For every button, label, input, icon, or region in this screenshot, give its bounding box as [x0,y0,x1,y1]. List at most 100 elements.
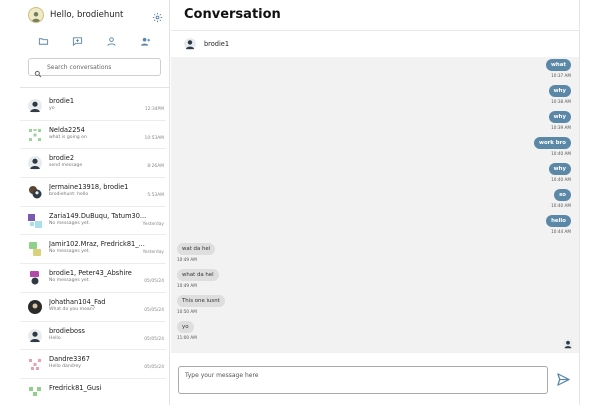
conversation-name: Jermaine13918, brodie1 [49,183,129,192]
conversation-list: brodie1 yo 12:34PM Nelda2254 what is goi… [20,92,169,405]
page-edge [579,0,600,405]
conversation-name: brodie2 [49,154,75,163]
message-bubble: work bro [533,137,571,149]
person-avatar-icon [28,99,42,113]
search-input[interactable] [47,63,155,71]
conversation-item[interactable]: brodie1, Peter43_Abshire No messages yet… [20,264,166,293]
conversation-time: 05/05/24 [144,279,164,285]
message-bubble: yo [177,321,194,333]
conversation-item[interactable]: Jermaine13918, brodie1 brodiehunt: hello… [20,178,166,207]
user-icon[interactable] [106,35,118,47]
conversation-time: 05/05/24 [144,307,164,313]
sidebar-header: Hello, brodiehunt [20,0,169,30]
conversation-header: brodie1 [171,30,579,57]
conversation-item[interactable]: brodie2 send message 8:26AM [20,149,166,179]
group-avatar-icon [30,271,39,285]
contact-name: brodie1 [204,40,230,48]
greeting-text: Hello, brodiehunt [50,10,124,20]
identicon-avatar-icon [28,127,42,142]
message-incoming: This one iusnt 10:50 AM [177,287,225,314]
message-composer [171,353,579,405]
conversation-name: Dandre3367 [49,355,90,364]
message-outgoing: why 10:38 AM [548,77,571,104]
message-bubble: wat da hel [177,243,216,255]
conversation-time: 12:34PM [144,107,164,112]
gear-icon[interactable] [152,8,163,23]
conversation-name: brodie1, Peter43_Abshire [49,269,132,278]
message-outgoing: why 10:40 AM [548,155,571,182]
sidebar: Hello, brodiehunt brodie1 yo 12:34PM [20,0,170,405]
message-time: 11:00 AM [177,335,197,340]
conversation-time: Yesterday [142,221,164,227]
send-icon[interactable] [556,372,571,387]
message-bubble: why [548,163,571,175]
conversation-preview: yo [49,106,55,111]
conversation-panel: Conversation brodie1 what 10:37 AM why 1… [171,0,579,405]
message-outgoing: so 10:40 AM [551,181,571,208]
person-avatar-icon [184,38,196,50]
message-bubble: so [554,189,571,201]
conversation-time: 05/05/24 [144,365,164,371]
conversation-item[interactable]: Nelda2254 what is going on 10:53AM [20,121,166,150]
message-outgoing: why 10:39 AM [548,103,571,130]
identicon-avatar-icon [28,385,42,400]
message-bubble: why [548,85,571,97]
message-incoming: what da hel 10:49 AM [177,261,219,288]
conversation-time: 05/05/24 [144,336,164,342]
conversation-time: 8:26AM [147,164,164,170]
conversation-item[interactable]: Jamir102.Mraz, Fredrick81_... No message… [20,235,166,265]
user-avatar[interactable] [28,7,44,23]
sidebar-divider [20,87,169,88]
conversation-name: Zaria149.DuBuqu, Tatum30... [49,211,147,220]
conversation-preview: brodiehunt: hello [49,192,89,198]
search-icon [34,63,42,78]
message-bubble: This one iusnt [177,295,225,307]
conversation-time: Yesterday [142,250,164,256]
identicon-avatar-icon [28,357,42,372]
conversation-name: Johathan104_Fad [49,297,106,306]
page-title: Conversation [184,7,281,22]
conversation-name: Fredrick81_Gusi [49,383,102,392]
conversation-preview: Hello dandrey [49,364,81,370]
conversation-item[interactable]: Dandre3367 Hello dandrey 05/05/24 [20,350,166,379]
message-outgoing: hello 10:44 AM [546,207,571,234]
search-box [28,58,161,78]
conversation-item[interactable]: brodie1 yo 12:34PM [20,92,166,121]
seen-avatar-icon [563,339,573,349]
conversation-preview: what is going on [49,134,87,140]
conversation-preview: No messages yet. [49,278,91,284]
message-outgoing: work bro 10:40 AM [533,129,571,156]
message-icon[interactable] [71,35,83,47]
message-time: 10:44 AM [551,229,571,234]
message-input[interactable] [178,366,548,394]
folder-icon[interactable] [37,35,49,47]
conversation-name: brodieboss [49,326,85,335]
group-avatar-icon [28,213,42,228]
conversation-name: Jamir102.Mraz, Fredrick81_... [49,240,145,249]
conversation-item[interactable]: Zaria149.DuBuqu, Tatum30... No messages … [20,207,166,236]
message-thread: what 10:37 AM why 10:38 AM why 10:39 AM … [171,57,579,353]
add-user-icon[interactable] [140,35,152,47]
conversation-preview: No messages yet. [49,220,91,226]
group-avatar-icon [29,242,41,257]
sidebar-nav [20,30,169,52]
conversation-preview: send message [49,163,83,169]
group-avatar-icon [29,186,42,199]
message-incoming: yo 11:00 AM [177,313,197,340]
conversation-preview: Hello [49,335,61,341]
photo-avatar-icon [28,299,42,314]
person-avatar-icon [28,329,42,343]
conversation-preview: What do you mean? [49,306,96,312]
conversation-name: Nelda2254 [49,125,85,134]
conversation-time: 5:53AM [147,193,164,199]
message-outgoing: what 10:37 AM [545,57,571,78]
conversation-item[interactable]: Fredrick81_Gusi [20,379,166,405]
message-incoming: wat da hel 10:49 AM [177,235,216,262]
conversation-item[interactable]: brodieboss Hello 05/05/24 [20,322,166,351]
user-avatar-icon [31,12,41,22]
message-bubble: what [545,59,571,71]
message-bubble: hello [546,215,571,227]
conversation-preview: No messages yet. [49,249,91,255]
conversation-name: brodie1 [49,97,75,105]
conversation-item[interactable]: Johathan104_Fad What do you mean? 05/05/… [20,293,166,322]
